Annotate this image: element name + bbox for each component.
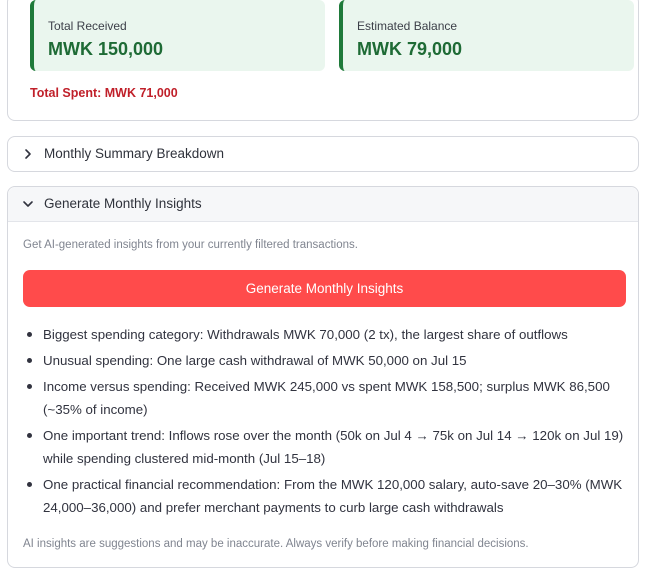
- expander-header-monthly-summary[interactable]: Monthly Summary Breakdown: [8, 137, 638, 172]
- chevron-down-icon: [23, 201, 33, 207]
- metric-label: Total Received: [48, 19, 127, 33]
- expander-title: Generate Monthly Insights: [44, 196, 202, 211]
- insight-item: Unusual spending: One large cash withdra…: [23, 349, 628, 372]
- expander-header-monthly-insights[interactable]: Generate Monthly Insights: [8, 187, 638, 222]
- insight-item: Biggest spending category: Withdrawals M…: [23, 323, 628, 346]
- expander-title: Monthly Summary Breakdown: [44, 146, 225, 161]
- metric-label: Estimated Balance: [357, 19, 458, 33]
- expander-monthly-insights: Generate Monthly Insights Get AI-generat…: [7, 186, 639, 568]
- generate-insights-button[interactable]: Generate Monthly Insights: [23, 270, 626, 307]
- ai-disclaimer: AI insights are suggestions and may be i…: [23, 538, 529, 550]
- summary-card: Total Received MWK 150,000 Estimated Bal…: [7, 0, 639, 121]
- total-spent-text: Total Spent: MWK 71,000: [30, 86, 178, 100]
- insight-item: One important trend: Inflows rose over t…: [23, 424, 628, 470]
- metric-estimated-balance: Estimated Balance MWK 79,000: [339, 0, 634, 71]
- metric-value: MWK 79,000: [357, 39, 463, 59]
- metric-value: MWK 150,000: [48, 39, 164, 59]
- expander-monthly-summary: Monthly Summary Breakdown: [7, 136, 639, 172]
- insight-item: Income versus spending: Received MWK 245…: [23, 375, 628, 421]
- insight-item: One practical financial recommendation: …: [23, 473, 628, 519]
- metric-total-received: Total Received MWK 150,000: [30, 0, 325, 71]
- insights-list: Biggest spending category: Withdrawals M…: [23, 323, 628, 522]
- insights-caption: Get AI-generated insights from your curr…: [23, 239, 358, 251]
- chevron-right-icon: [25, 149, 31, 159]
